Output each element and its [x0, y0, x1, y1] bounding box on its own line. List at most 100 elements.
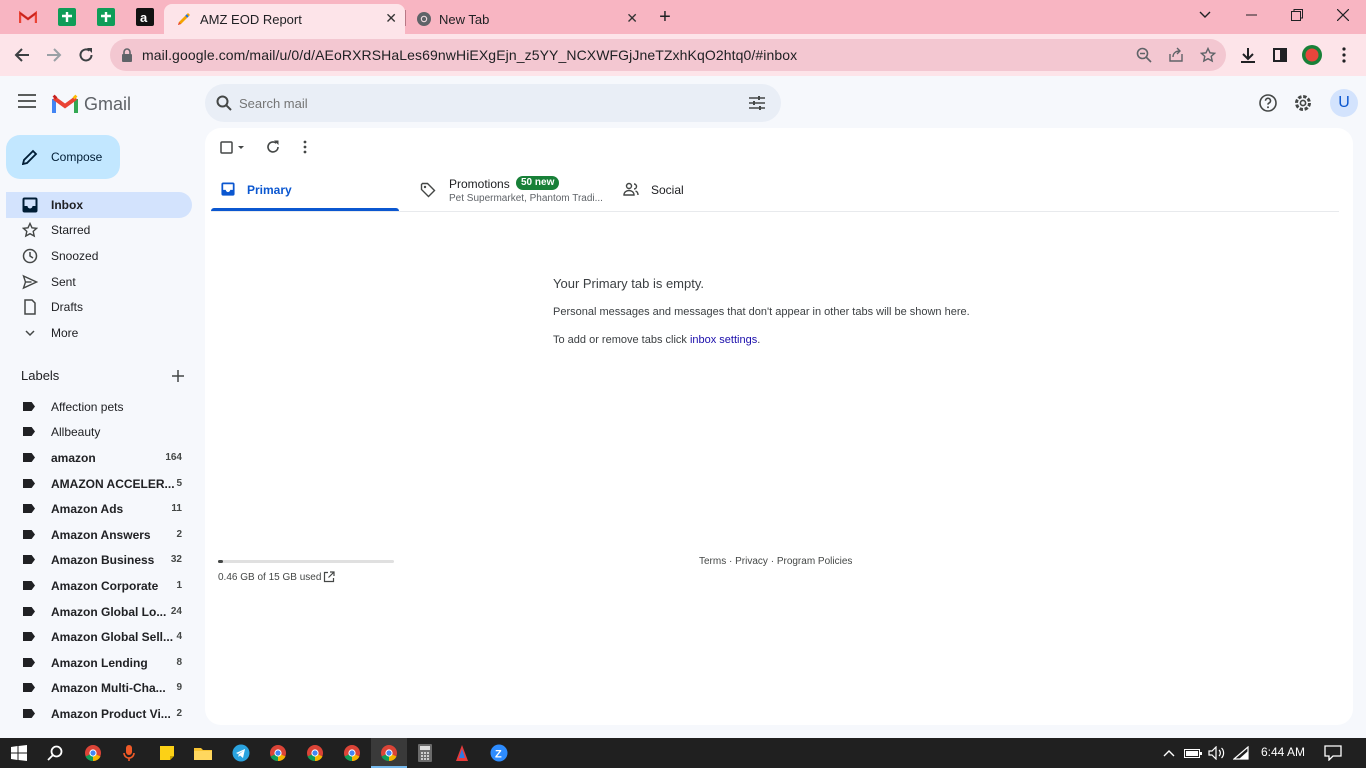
restore-icon[interactable] — [1274, 0, 1320, 30]
share-icon[interactable] — [1168, 47, 1184, 63]
url-text[interactable]: mail.google.com/mail/u/0/d/AEoRXRSHaLes6… — [142, 47, 797, 63]
tab-new-tab[interactable]: New Tab ✕ — [406, 4, 646, 34]
label-item[interactable]: Affection pets — [6, 394, 192, 420]
address-bar[interactable]: mail.google.com/mail/u/0/d/AEoRXRSHaLes6… — [110, 39, 1226, 71]
new-tab-plus-icon[interactable]: + — [654, 6, 676, 28]
pinned-tab-sheets[interactable] — [56, 6, 78, 28]
lock-icon[interactable] — [121, 48, 133, 62]
search-icon[interactable] — [216, 95, 232, 111]
close-tab-icon[interactable]: ✕ — [626, 10, 638, 27]
sidebar-item-inbox[interactable]: Inbox — [6, 192, 192, 218]
program-policies-link[interactable]: Program Policies — [777, 556, 853, 567]
taskbar-zoom-icon[interactable]: Z — [488, 742, 510, 764]
tab-promotions[interactable]: Promotions 50 new Pet Supermarket, Phant… — [410, 168, 610, 212]
settings-gear-icon[interactable] — [1293, 93, 1315, 115]
label-item[interactable]: amazon 164 — [6, 445, 192, 471]
pinned-tab-gmail[interactable] — [17, 6, 39, 28]
forward-icon[interactable] — [38, 39, 70, 71]
taskbar-sticky-notes-icon[interactable] — [156, 742, 178, 764]
label-icon — [23, 402, 35, 411]
tab-label: Social — [651, 183, 684, 197]
label-item[interactable]: Amazon Business 32 — [6, 547, 192, 573]
taskbar-file-explorer-icon[interactable] — [192, 742, 214, 764]
taskbar-app-icon[interactable] — [451, 742, 473, 764]
taskbar-microphone-icon[interactable] — [118, 742, 140, 764]
minimize-icon[interactable] — [1228, 0, 1274, 30]
select-all-checkbox[interactable] — [219, 140, 249, 156]
taskbar-chrome-icon[interactable] — [82, 742, 104, 764]
add-label-plus-icon[interactable] — [170, 368, 186, 384]
terms-link[interactable]: Terms — [699, 556, 726, 567]
tab-amz-eod-report[interactable]: AMZ EOD Report ✕ — [164, 4, 405, 34]
label-name: Amazon Answers — [51, 528, 151, 542]
gmail-logo[interactable]: Gmail — [52, 93, 142, 115]
downloads-icon[interactable] — [1232, 39, 1264, 71]
notification-center-icon[interactable] — [1322, 742, 1344, 764]
label-item[interactable]: Allbeauty — [6, 419, 192, 445]
profile-icon[interactable] — [1296, 39, 1328, 71]
tab-primary[interactable]: Primary — [211, 168, 399, 212]
label-item[interactable]: Amazon Product Vi... 2 — [6, 701, 192, 727]
tab-social[interactable]: Social — [613, 168, 813, 212]
wifi-icon[interactable] — [1230, 742, 1252, 764]
search-bar[interactable] — [205, 84, 781, 122]
sidebar-item-starred[interactable]: Starred — [6, 217, 192, 243]
compose-button[interactable]: Compose — [6, 135, 120, 179]
reload-icon[interactable] — [70, 39, 102, 71]
zoom-icon[interactable] — [1136, 47, 1152, 63]
inbox-settings-link[interactable]: inbox settings — [690, 334, 757, 346]
more-options-icon[interactable] — [303, 140, 309, 156]
taskbar-clock[interactable]: 6:44 AM — [1261, 745, 1305, 759]
sidebar-item-more[interactable]: More — [6, 320, 192, 346]
sidebar-item-sent[interactable]: Sent — [6, 269, 192, 295]
sidebar-label: Sent — [51, 275, 76, 289]
bookmark-star-icon[interactable] — [1200, 47, 1216, 63]
main-menu-icon[interactable] — [18, 94, 38, 110]
taskbar-chrome-icon-3[interactable] — [304, 742, 326, 764]
chrome-menu-icon[interactable] — [1328, 39, 1360, 71]
label-item[interactable]: Amazon Global Lo... 24 — [6, 599, 192, 625]
browser-tab-bar: a AMZ EOD Report ✕ New Tab ✕ + — [0, 0, 1366, 34]
search-options-icon[interactable] — [749, 96, 765, 110]
label-count: 24 — [170, 606, 182, 617]
close-tab-icon[interactable]: ✕ — [385, 10, 397, 27]
back-icon[interactable] — [6, 39, 38, 71]
label-item[interactable]: Amazon Corporate 1 — [6, 573, 192, 599]
side-panel-icon[interactable] — [1264, 39, 1296, 71]
show-hidden-icons-chevron-icon[interactable] — [1158, 742, 1180, 764]
privacy-link[interactable]: Privacy — [735, 556, 768, 567]
windows-start-icon[interactable] — [8, 742, 30, 764]
taskbar-search-icon[interactable] — [44, 742, 66, 764]
taskbar-telegram-icon[interactable] — [230, 742, 252, 764]
open-in-new-icon[interactable] — [323, 571, 335, 583]
label-item[interactable]: AMAZON ACCELER... 5 — [6, 471, 192, 497]
sidebar-label: Inbox — [51, 198, 83, 212]
pinned-tab-sheets-2[interactable] — [95, 6, 117, 28]
tab-title: AMZ EOD Report — [200, 12, 302, 27]
taskbar-chrome-icon-2[interactable] — [267, 742, 289, 764]
taskbar-calculator-icon[interactable] — [414, 742, 436, 764]
label-item[interactable]: Amazon Lending 8 — [6, 650, 192, 676]
label-item[interactable]: Amazon Multi-Cha... 9 — [6, 675, 192, 701]
taskbar-chrome-icon-4[interactable] — [341, 742, 363, 764]
amazon-favicon-icon: a — [136, 8, 154, 26]
avatar-letter: U — [1338, 94, 1350, 111]
label-item[interactable]: Amazon Answers 2 — [6, 522, 192, 548]
label-icon — [23, 530, 35, 539]
refresh-icon[interactable] — [266, 140, 282, 156]
taskbar-active-chrome[interactable] — [371, 738, 407, 768]
sidebar-item-drafts[interactable]: Drafts — [6, 294, 192, 320]
account-avatar[interactable]: U — [1330, 89, 1358, 117]
search-input[interactable] — [239, 93, 719, 113]
close-window-icon[interactable] — [1320, 0, 1366, 30]
volume-icon[interactable] — [1206, 742, 1228, 764]
label-item[interactable]: Amazon Ads 11 — [6, 496, 192, 522]
label-count: 8 — [176, 657, 182, 668]
battery-icon[interactable] — [1182, 742, 1204, 764]
tab-label: Primary — [247, 183, 292, 197]
label-item[interactable]: Amazon Global Sell... 4 — [6, 624, 192, 650]
sidebar-item-snoozed[interactable]: Snoozed — [6, 243, 192, 269]
help-icon[interactable] — [1258, 93, 1280, 115]
pinned-tab-amazon[interactable]: a — [134, 6, 156, 28]
tab-search-chevron-icon[interactable] — [1182, 0, 1228, 30]
